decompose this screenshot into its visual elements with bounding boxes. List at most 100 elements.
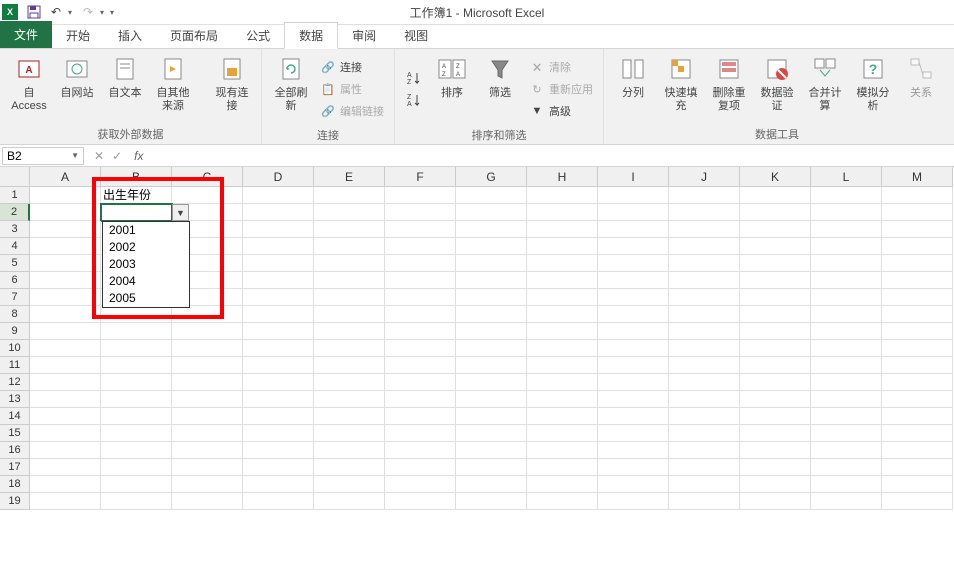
cell[interactable] xyxy=(882,374,953,391)
row-header[interactable]: 14 xyxy=(0,408,30,425)
cell[interactable] xyxy=(456,442,527,459)
from-other-button[interactable]: 自其他来源 xyxy=(150,51,196,115)
cell[interactable] xyxy=(598,340,669,357)
existing-conn-button[interactable]: 现有连接 xyxy=(209,51,255,115)
cell[interactable] xyxy=(740,238,811,255)
cell[interactable] xyxy=(385,493,456,510)
cell[interactable]: 出生年份 xyxy=(101,187,172,204)
row-header[interactable]: 19 xyxy=(0,493,30,510)
cell[interactable] xyxy=(811,289,882,306)
filter-button[interactable]: 筛选 xyxy=(477,51,523,102)
name-box[interactable]: B2▼ xyxy=(2,147,84,165)
cell[interactable] xyxy=(811,323,882,340)
cell[interactable] xyxy=(527,238,598,255)
properties-button[interactable]: 📋属性 xyxy=(316,79,388,99)
cell[interactable] xyxy=(172,357,243,374)
cell[interactable] xyxy=(30,255,101,272)
accept-formula-icon[interactable]: ✓ xyxy=(112,149,122,163)
cell[interactable] xyxy=(30,306,101,323)
cell[interactable] xyxy=(456,323,527,340)
cell[interactable] xyxy=(243,340,314,357)
cell[interactable] xyxy=(314,323,385,340)
cell[interactable] xyxy=(456,476,527,493)
cell[interactable] xyxy=(243,323,314,340)
cell[interactable] xyxy=(598,255,669,272)
cell[interactable] xyxy=(811,476,882,493)
cell[interactable] xyxy=(314,493,385,510)
cell[interactable] xyxy=(882,255,953,272)
tab-home[interactable]: 开始 xyxy=(52,23,104,48)
cell[interactable] xyxy=(740,425,811,442)
row-header[interactable]: 10 xyxy=(0,340,30,357)
cell[interactable] xyxy=(385,255,456,272)
tab-insert[interactable]: 插入 xyxy=(104,23,156,48)
cell[interactable] xyxy=(243,238,314,255)
edit-links-button[interactable]: 🔗编辑链接 xyxy=(316,101,388,121)
cell[interactable] xyxy=(30,204,101,221)
col-header[interactable]: A xyxy=(30,167,101,187)
cell[interactable] xyxy=(598,238,669,255)
cell[interactable] xyxy=(811,187,882,204)
cell[interactable] xyxy=(882,408,953,425)
cell[interactable] xyxy=(527,391,598,408)
row-header[interactable]: 2 xyxy=(0,204,30,221)
cell[interactable] xyxy=(527,442,598,459)
cell[interactable] xyxy=(811,204,882,221)
cell[interactable] xyxy=(527,221,598,238)
cell[interactable] xyxy=(598,391,669,408)
cell[interactable] xyxy=(598,425,669,442)
data-validation-dropdown-button[interactable]: ▼ xyxy=(172,204,189,221)
cell[interactable] xyxy=(30,187,101,204)
row-header[interactable]: 11 xyxy=(0,357,30,374)
cell[interactable] xyxy=(598,289,669,306)
cell[interactable] xyxy=(314,374,385,391)
cell[interactable] xyxy=(669,408,740,425)
cell[interactable] xyxy=(598,476,669,493)
cell[interactable] xyxy=(314,255,385,272)
cell[interactable] xyxy=(314,391,385,408)
tab-layout[interactable]: 页面布局 xyxy=(156,23,232,48)
cell[interactable] xyxy=(669,459,740,476)
dropdown-option[interactable]: 2003 xyxy=(103,256,189,273)
cell[interactable] xyxy=(811,391,882,408)
col-header[interactable]: B xyxy=(101,167,172,187)
cell[interactable] xyxy=(669,238,740,255)
cell[interactable] xyxy=(669,425,740,442)
clear-filter-button[interactable]: 🗙清除 xyxy=(525,57,597,77)
cell[interactable] xyxy=(740,391,811,408)
reapply-button[interactable]: ↻重新应用 xyxy=(525,79,597,99)
row-header[interactable]: 18 xyxy=(0,476,30,493)
cell[interactable] xyxy=(243,221,314,238)
col-header[interactable]: D xyxy=(243,167,314,187)
cell[interactable] xyxy=(527,187,598,204)
row-header[interactable]: 17 xyxy=(0,459,30,476)
cell[interactable] xyxy=(30,391,101,408)
cell[interactable] xyxy=(30,425,101,442)
cell[interactable] xyxy=(314,306,385,323)
cell[interactable] xyxy=(243,374,314,391)
cell[interactable] xyxy=(101,442,172,459)
cell[interactable] xyxy=(385,340,456,357)
cell[interactable] xyxy=(882,476,953,493)
cell[interactable] xyxy=(385,289,456,306)
consolidate-button[interactable]: 合并计算 xyxy=(802,51,848,115)
cell[interactable] xyxy=(314,408,385,425)
row-header[interactable]: 13 xyxy=(0,391,30,408)
cell[interactable] xyxy=(101,204,172,221)
cell[interactable] xyxy=(882,289,953,306)
cell[interactable] xyxy=(30,289,101,306)
connections-button[interactable]: 🔗连接 xyxy=(316,57,388,77)
cell[interactable] xyxy=(243,255,314,272)
cell[interactable] xyxy=(243,289,314,306)
cell[interactable] xyxy=(740,272,811,289)
row-header[interactable]: 12 xyxy=(0,374,30,391)
cell[interactable] xyxy=(243,187,314,204)
row-header[interactable]: 16 xyxy=(0,442,30,459)
cell[interactable] xyxy=(385,476,456,493)
cell[interactable] xyxy=(740,493,811,510)
cell[interactable] xyxy=(740,357,811,374)
cell[interactable] xyxy=(243,459,314,476)
whatif-button[interactable]: ?模拟分析 xyxy=(850,51,896,115)
cell[interactable] xyxy=(456,306,527,323)
cell[interactable] xyxy=(669,476,740,493)
